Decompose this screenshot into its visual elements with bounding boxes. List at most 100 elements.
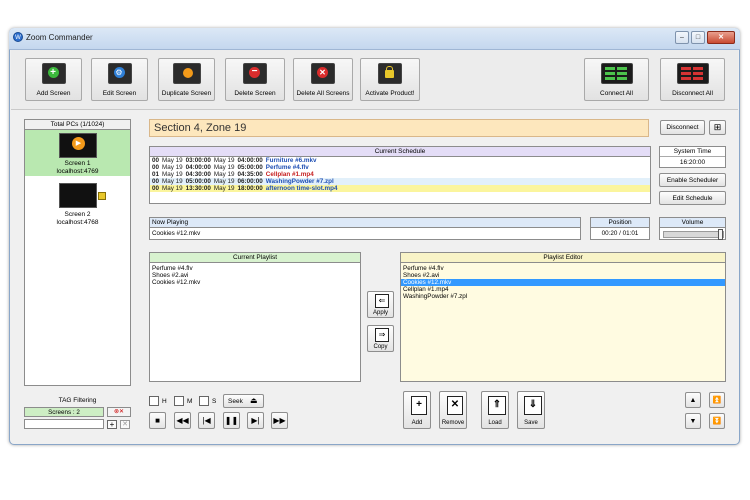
add-file-icon: + bbox=[411, 396, 427, 415]
activate-product-button[interactable]: Activate Product! bbox=[360, 58, 420, 101]
tag-input[interactable] bbox=[24, 419, 104, 429]
title-bar bbox=[9, 28, 740, 50]
edit-screen-button[interactable]: ⚙ Edit Screen bbox=[91, 58, 148, 101]
save-button[interactable]: ⇓ Save bbox=[517, 391, 545, 429]
tag-remove-icon[interactable]: ✕ bbox=[120, 420, 130, 429]
screen-item-1[interactable]: ▶ Screen 1 localhost:4769 bbox=[25, 130, 130, 176]
disconnect-button[interactable]: Disconnect bbox=[660, 120, 705, 135]
now-playing-value: Cookies #12.mkv bbox=[152, 230, 201, 237]
move-bottom-icon[interactable]: ⏬ bbox=[709, 413, 725, 429]
schedule-ch: 00 bbox=[152, 185, 160, 192]
apply-label: Apply bbox=[372, 310, 388, 316]
schedule-header: Current Schedule bbox=[150, 147, 650, 157]
rewind-button[interactable]: ◀◀ bbox=[174, 412, 191, 429]
connect-all-button[interactable]: Connect All bbox=[584, 58, 649, 101]
playlist-editor-item[interactable]: WashingPowder #7.zpl bbox=[401, 293, 725, 300]
lock-icon bbox=[378, 63, 402, 84]
pause-button[interactable]: ❚❚ bbox=[223, 412, 240, 429]
delete-screen-button[interactable]: − Delete Screen bbox=[225, 58, 285, 101]
position-value: 00:20 / 01:01 bbox=[601, 230, 639, 237]
apply-button[interactable]: ⇐ Apply bbox=[367, 291, 394, 318]
schedule-row[interactable]: 00 May 19 13:30:00 May 19 18:00:00 afternoon … bbox=[150, 185, 650, 192]
connect-all-icon bbox=[600, 63, 633, 84]
delete-all-screens-button[interactable]: ✕ Delete All Screens bbox=[293, 58, 353, 101]
load-button[interactable]: ⇑ Load bbox=[481, 391, 509, 429]
playlist-editor-item[interactable]: Perfume #4.flv bbox=[401, 265, 725, 272]
move-down-icon[interactable]: ▼ bbox=[685, 413, 701, 429]
current-playlist-item[interactable]: Cookies #12.mkv bbox=[150, 279, 360, 286]
minutes-input[interactable] bbox=[174, 396, 184, 406]
network-icon[interactable]: ⊞ bbox=[709, 120, 726, 135]
position-panel: Position 00:20 / 01:01 bbox=[590, 217, 650, 240]
add-button[interactable]: + Add bbox=[403, 391, 431, 429]
fast-forward-button[interactable]: ▶▶ bbox=[271, 412, 288, 429]
delete-screen-label: Delete Screen bbox=[234, 90, 276, 97]
pcs-panel: Total PCs (1/1024) ▶ Screen 1 localhost:… bbox=[24, 119, 131, 386]
screen-2-host: localhost:4768 bbox=[56, 219, 99, 226]
schedule-d2: May 19 bbox=[213, 178, 235, 185]
schedule-file: Perfume #4.flv bbox=[265, 164, 309, 171]
schedule-row[interactable]: 01 May 19 04:30:00 May 19 04:35:00 Cellplan #… bbox=[150, 171, 650, 178]
tag-screens-count: Screens : 2 bbox=[24, 407, 104, 417]
schedule-t2: 05:00:00 bbox=[237, 164, 263, 171]
hours-input[interactable] bbox=[149, 396, 159, 406]
playlist-editor-item[interactable]: Cookies #12.mkv bbox=[401, 279, 725, 286]
next-button[interactable]: ▶| bbox=[247, 412, 264, 429]
schedule-row[interactable]: 00 May 19 03:00:00 May 19 04:00:00 Furniture … bbox=[150, 157, 650, 164]
schedule-row[interactable]: 00 May 19 05:00:00 May 19 06:00:00 WashingPow… bbox=[150, 178, 650, 185]
volume-thumb[interactable] bbox=[718, 229, 724, 240]
tag-add-icon[interactable]: + bbox=[107, 420, 117, 429]
schedule-file: Furniture #6.mkv bbox=[265, 157, 317, 164]
current-playlist-panel: Current Playlist Perfume #4.flv Shoes #2.… bbox=[149, 252, 361, 382]
tag-clear-icon[interactable]: ⊗✕ bbox=[107, 407, 131, 417]
current-playlist-item[interactable]: Shoes #2.avi bbox=[150, 272, 360, 279]
move-up-icon[interactable]: ▲ bbox=[685, 392, 701, 408]
maximize-icon[interactable]: □ bbox=[691, 31, 705, 44]
schedule-ch: 00 bbox=[152, 178, 160, 185]
duplicate-screen-button[interactable]: Duplicate Screen bbox=[158, 58, 215, 101]
add-screen-button[interactable]: + Add Screen bbox=[25, 58, 82, 101]
copy-button[interactable]: ⇒ Copy bbox=[367, 325, 394, 352]
schedule-t1: 03:00:00 bbox=[185, 157, 211, 164]
save-label: Save bbox=[524, 420, 538, 426]
playlist-editor-item[interactable]: Cellplan #1.mp4 bbox=[401, 286, 725, 293]
screen-2-thumbnail bbox=[59, 183, 97, 208]
stop-button[interactable]: ■ bbox=[149, 412, 166, 429]
current-playlist-item[interactable]: Perfume #4.flv bbox=[150, 265, 360, 272]
screen-item-2[interactable]: Screen 2 localhost:4768 bbox=[25, 180, 130, 226]
app-icon: W bbox=[13, 32, 23, 42]
schedule-t1: 05:00:00 bbox=[185, 178, 211, 185]
load-icon: ⇑ bbox=[488, 396, 506, 415]
volume-slider[interactable] bbox=[663, 229, 724, 240]
system-time-label: System Time bbox=[660, 147, 725, 157]
schedule-row[interactable]: 00 May 19 04:00:00 May 19 05:00:00 Perfume #4… bbox=[150, 164, 650, 171]
hours-label: H bbox=[162, 398, 167, 405]
previous-button[interactable]: |◀ bbox=[198, 412, 215, 429]
duplicate-screen-icon bbox=[172, 63, 201, 84]
delete-screen-icon: − bbox=[243, 63, 267, 84]
seconds-input[interactable] bbox=[199, 396, 209, 406]
remove-button[interactable]: ✕ Remove bbox=[439, 391, 467, 429]
lock-icon bbox=[98, 192, 106, 200]
playlist-editor-item[interactable]: Shoes #2.avi bbox=[401, 272, 725, 279]
seek-button[interactable]: Seek ⏏ bbox=[223, 394, 264, 408]
copy-icon: ⇒ bbox=[375, 328, 389, 342]
close-icon[interactable]: ✕ bbox=[707, 31, 735, 44]
enable-scheduler-button[interactable]: Enable Scheduler bbox=[659, 173, 726, 187]
minutes-label: M bbox=[187, 398, 193, 405]
schedule-d1: May 19 bbox=[162, 164, 183, 171]
volume-panel: Volume bbox=[659, 217, 726, 240]
edit-screen-label: Edit Screen bbox=[102, 90, 137, 97]
disconnect-all-icon bbox=[676, 63, 709, 84]
edit-schedule-button[interactable]: Edit Schedule bbox=[659, 191, 726, 205]
schedule-t2: 06:00:00 bbox=[237, 178, 263, 185]
volume-label: Volume bbox=[660, 218, 725, 228]
screen-1-thumbnail: ▶ bbox=[59, 133, 97, 158]
schedule-ch: 00 bbox=[152, 164, 160, 171]
minimize-icon[interactable]: – bbox=[675, 31, 689, 44]
disconnect-all-button[interactable]: Disconnect All bbox=[660, 58, 725, 101]
save-icon: ⇓ bbox=[524, 396, 542, 415]
move-top-icon[interactable]: ⏫ bbox=[709, 392, 725, 408]
duplicate-screen-label: Duplicate Screen bbox=[161, 90, 212, 97]
delete-all-screens-label: Delete All Screens bbox=[296, 90, 350, 97]
